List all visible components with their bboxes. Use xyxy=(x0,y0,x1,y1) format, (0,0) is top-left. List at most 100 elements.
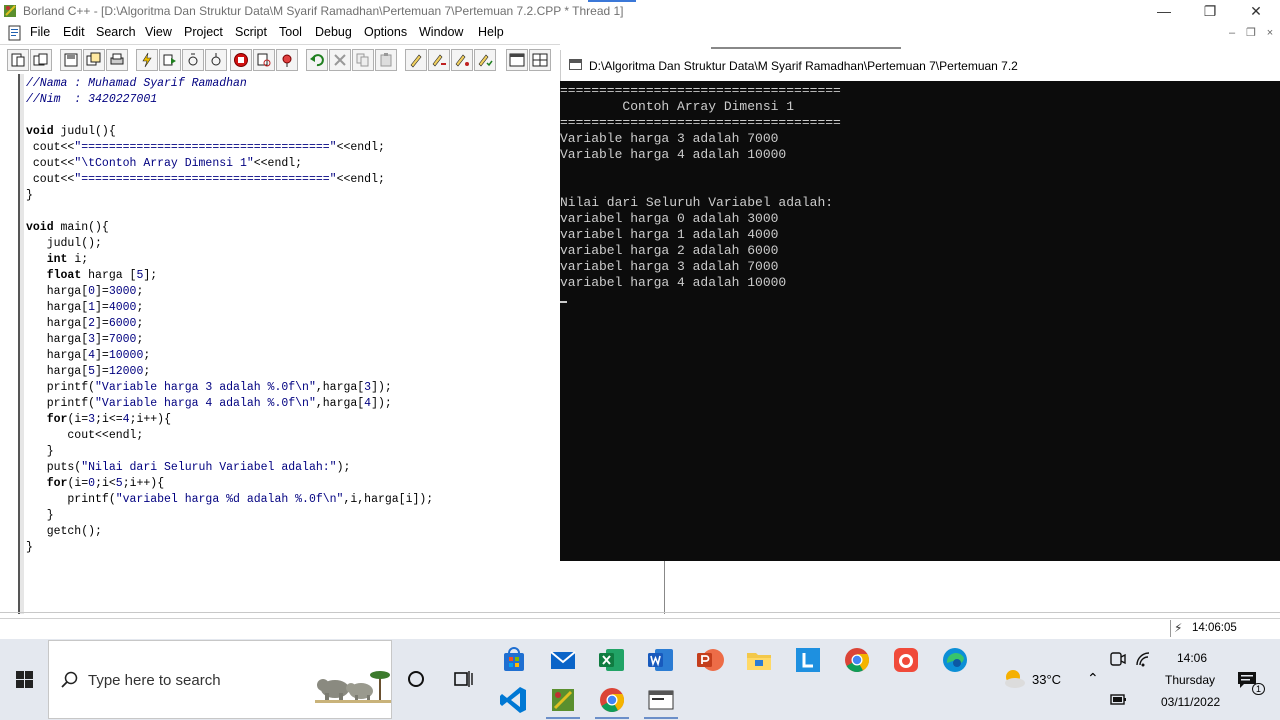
code-line[interactable]: cout<<"\tContoh Array Dimensi 1"<<endl; xyxy=(26,156,433,172)
code-line[interactable]: puts("Nilai dari Seluruh Variabel adalah… xyxy=(26,460,433,476)
minimize-button[interactable]: — xyxy=(1141,0,1187,22)
taskbar-clock-date[interactable]: 03/11/2022 xyxy=(1161,695,1220,709)
mdi-minimize-button[interactable]: – xyxy=(1224,26,1240,40)
menu-window[interactable]: Window xyxy=(419,25,463,39)
battery-icon[interactable] xyxy=(1108,689,1128,709)
chrome-running-icon[interactable] xyxy=(596,684,628,716)
trace-into-button[interactable] xyxy=(205,49,227,71)
menu-script[interactable]: Script xyxy=(235,25,267,39)
edge-icon[interactable] xyxy=(939,644,971,676)
console-title-bar[interactable]: D:\Algoritma Dan Struktur Data\M Syarif … xyxy=(560,47,1280,81)
code-line[interactable]: harga[4]=10000; xyxy=(26,348,433,364)
code-line[interactable]: void judul(){ xyxy=(26,124,433,140)
code-line[interactable]: for(i=0;i<5;i++){ xyxy=(26,476,433,492)
code-line[interactable]: harga[0]=3000; xyxy=(26,284,433,300)
open-file-button[interactable] xyxy=(30,49,52,71)
weather-sun-icon[interactable] xyxy=(998,663,1030,695)
copy-button[interactable] xyxy=(352,49,374,71)
vscode-icon[interactable] xyxy=(498,684,530,716)
code-line[interactable]: cout<<"=================================… xyxy=(26,140,433,156)
code-line[interactable] xyxy=(26,108,433,124)
code-line[interactable]: } xyxy=(26,540,433,556)
cortana-icon[interactable] xyxy=(400,663,432,695)
make-button[interactable] xyxy=(136,49,158,71)
save-all-button[interactable] xyxy=(83,49,105,71)
taskbar-search-box[interactable]: Type here to search xyxy=(48,640,392,719)
step-over-button[interactable] xyxy=(182,49,204,71)
save-button[interactable] xyxy=(60,49,82,71)
borland-app-icon[interactable] xyxy=(3,3,19,19)
edit-tool-4-button[interactable] xyxy=(474,49,496,71)
borland-taskbar-icon[interactable] xyxy=(547,684,579,716)
window-cascade-button[interactable] xyxy=(506,49,528,71)
close-button[interactable]: ✕ xyxy=(1233,0,1279,22)
edit-tool-3-button[interactable] xyxy=(451,49,473,71)
run-button[interactable] xyxy=(159,49,181,71)
microsoft-store-icon[interactable] xyxy=(498,644,530,676)
code-line[interactable]: printf("Variable harga 3 adalah %.0f\n",… xyxy=(26,380,433,396)
menu-search[interactable]: Search xyxy=(96,25,136,39)
code-line[interactable]: } xyxy=(26,444,433,460)
paste-button[interactable] xyxy=(375,49,397,71)
menu-edit[interactable]: Edit xyxy=(63,25,85,39)
file-explorer-icon[interactable] xyxy=(743,644,775,676)
menu-options[interactable]: Options xyxy=(364,25,407,39)
code-line[interactable]: cout<<endl; xyxy=(26,428,433,444)
console-output[interactable]: ==================================== Con… xyxy=(560,81,1280,561)
window-tile-button[interactable] xyxy=(529,49,551,71)
edit-tool-1-button[interactable] xyxy=(405,49,427,71)
code-line[interactable]: for(i=3;i<=4;i++){ xyxy=(26,412,433,428)
print-button[interactable] xyxy=(106,49,128,71)
undo-button[interactable] xyxy=(306,49,328,71)
restore-button[interactable]: ❐ xyxy=(1187,0,1233,22)
code-line[interactable]: printf("variabel harga %d adalah %.0f\n"… xyxy=(26,492,433,508)
code-line[interactable]: harga[3]=7000; xyxy=(26,332,433,348)
powerpoint-icon[interactable] xyxy=(694,644,726,676)
code-line[interactable] xyxy=(26,204,433,220)
code-line[interactable]: getch(); xyxy=(26,524,433,540)
menu-file[interactable]: File xyxy=(30,25,50,39)
code-line[interactable]: harga[2]=6000; xyxy=(26,316,433,332)
excel-icon[interactable] xyxy=(596,644,628,676)
code-line[interactable]: harga[5]=12000; xyxy=(26,364,433,380)
menu-project[interactable]: Project xyxy=(184,25,223,39)
code-line[interactable]: float harga [5]; xyxy=(26,268,433,284)
wifi-icon[interactable] xyxy=(1134,649,1154,669)
start-button[interactable] xyxy=(0,639,48,720)
menu-tool[interactable]: Tool xyxy=(279,25,302,39)
code-line[interactable]: harga[1]=4000; xyxy=(26,300,433,316)
edit-tool-2-button[interactable] xyxy=(428,49,450,71)
code-line[interactable]: //Nama : Muhamad Syarif Ramadhan xyxy=(26,76,433,92)
word-icon[interactable] xyxy=(645,644,677,676)
meet-now-icon[interactable] xyxy=(1108,649,1128,669)
mdi-restore-button[interactable]: ❐ xyxy=(1243,26,1259,40)
code-line[interactable]: } xyxy=(26,188,433,204)
chrome-icon[interactable] xyxy=(841,644,873,676)
task-view-icon[interactable] xyxy=(447,663,479,695)
code-line[interactable]: judul(); xyxy=(26,236,433,252)
mdi-close-button[interactable]: × xyxy=(1262,26,1278,40)
menu-debug[interactable]: Debug xyxy=(315,25,352,39)
red-app-icon[interactable] xyxy=(890,644,922,676)
taskbar-clock-time[interactable]: 14:06 xyxy=(1177,651,1207,665)
inspect-button[interactable] xyxy=(253,49,275,71)
chevron-up-icon[interactable]: ⌃ xyxy=(1087,670,1099,687)
code-line[interactable]: int i; xyxy=(26,252,433,268)
code-line[interactable]: //Nim : 3420227001 xyxy=(26,92,433,108)
console-window-taskbar-icon[interactable] xyxy=(645,684,677,716)
stop-button[interactable] xyxy=(230,49,252,71)
mail-icon[interactable] xyxy=(547,644,579,676)
menu-help[interactable]: Help xyxy=(478,25,504,39)
taskbar-clock-day[interactable]: Thursday xyxy=(1165,673,1215,687)
cut-button[interactable] xyxy=(329,49,351,71)
code-line[interactable]: } xyxy=(26,508,433,524)
breakpoint-button[interactable] xyxy=(276,49,298,71)
code-line[interactable]: cout<<"=================================… xyxy=(26,172,433,188)
new-file-button[interactable] xyxy=(7,49,29,71)
document-icon[interactable] xyxy=(7,25,23,41)
weather-temperature[interactable]: 33°C xyxy=(1032,672,1061,687)
menu-view[interactable]: View xyxy=(145,25,172,39)
code-line[interactable]: void main(){ xyxy=(26,220,433,236)
l-app-icon[interactable] xyxy=(792,644,824,676)
code-line[interactable]: printf("Variable harga 4 adalah %.0f\n",… xyxy=(26,396,433,412)
